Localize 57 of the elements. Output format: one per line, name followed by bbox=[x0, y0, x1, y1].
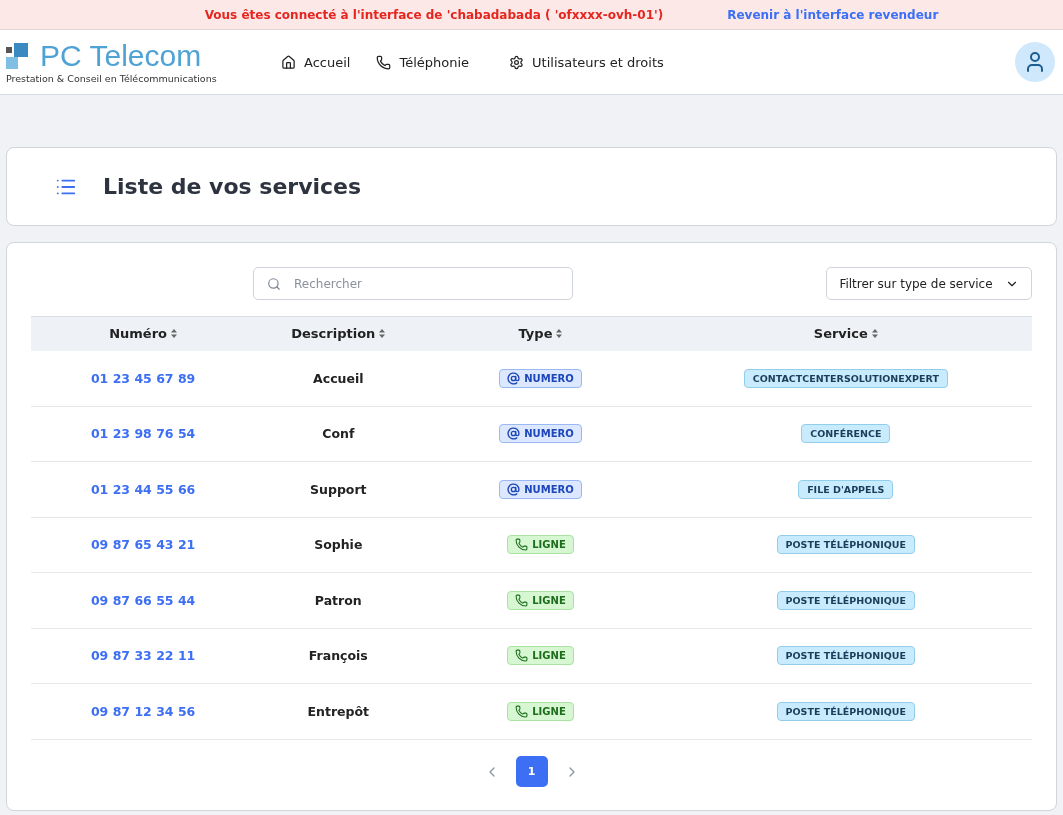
at-sign-icon bbox=[507, 371, 521, 385]
type-tag: LIGNE bbox=[507, 590, 574, 610]
phone-icon bbox=[515, 538, 529, 552]
phone-icon bbox=[515, 704, 529, 718]
sort-icon bbox=[171, 329, 178, 339]
description-text: Accueil bbox=[313, 370, 364, 386]
phone-number[interactable]: 01 23 45 67 89 bbox=[90, 370, 196, 386]
nav-link[interactable]: Utilisateurs et droits bbox=[532, 54, 664, 70]
phone-number[interactable]: 01 23 44 55 66 bbox=[90, 481, 196, 497]
user-avatar[interactable] bbox=[1015, 42, 1055, 82]
description-text: François bbox=[308, 648, 368, 664]
connection-notice: Vous êtes connecté à l'interface de 'chabadabada ( 'ofxxxx-ovh-01') bbox=[204, 7, 664, 22]
phone-icon bbox=[515, 649, 529, 663]
phone-number[interactable]: 09 87 65 43 21 bbox=[90, 537, 196, 553]
description-text: Conf bbox=[322, 426, 355, 442]
filter-dropdown[interactable]: Filtrer sur type de service bbox=[826, 267, 1032, 300]
service-tag: FILE D'APPELS bbox=[798, 479, 894, 499]
page-title: Liste de vos services bbox=[103, 174, 362, 199]
type-tag: LIGNE bbox=[507, 535, 574, 555]
service-tag: POSTE TÉLÉPHONIQUE bbox=[776, 646, 915, 666]
nav-link[interactable]: Téléphonie bbox=[399, 54, 470, 70]
at-sign-icon bbox=[507, 427, 521, 441]
description-text: Entrepôt bbox=[307, 703, 370, 719]
sort-icon bbox=[379, 329, 386, 339]
home-icon bbox=[281, 54, 296, 70]
phone-number[interactable]: 09 87 12 34 56 bbox=[90, 703, 196, 719]
type-tag: LIGNE bbox=[507, 701, 574, 721]
description-text: Sophie bbox=[314, 537, 363, 553]
type-tag: NUMERO bbox=[499, 424, 582, 444]
service-tag: POSTE TÉLÉPHONIQUE bbox=[776, 535, 915, 555]
service-tag: CONFÉRENCE bbox=[801, 424, 891, 444]
sort-icon bbox=[871, 329, 878, 339]
logo-name: PC Telecom bbox=[40, 40, 202, 71]
phone-number[interactable]: 01 23 98 76 54 bbox=[90, 426, 196, 442]
column-header[interactable]: Type bbox=[518, 326, 553, 342]
description-text: Support bbox=[310, 481, 367, 497]
logo-tagline: Prestation & Conseil en Télécommunications bbox=[6, 72, 218, 84]
service-tag: POSTE TÉLÉPHONIQUE bbox=[776, 590, 915, 610]
nav-link[interactable]: Accueil bbox=[304, 54, 351, 70]
at-sign-icon bbox=[507, 482, 521, 496]
phone-number[interactable]: 09 87 33 22 11 bbox=[90, 648, 196, 664]
phone-icon bbox=[376, 54, 392, 70]
column-header[interactable]: Service bbox=[813, 326, 868, 342]
description-text: Patron bbox=[314, 592, 362, 608]
page-button[interactable]: 1 bbox=[515, 756, 548, 787]
service-tag: CONTACTCENTERSOLUTIONEXPERT bbox=[743, 368, 948, 388]
phone-number[interactable]: 09 87 66 55 44 bbox=[90, 592, 196, 608]
reseller-link[interactable]: Revenir à l'interface revendeur bbox=[727, 7, 939, 22]
phone-icon bbox=[515, 593, 529, 607]
sort-icon bbox=[556, 329, 563, 339]
type-tag: LIGNE bbox=[507, 646, 574, 666]
type-tag: NUMERO bbox=[499, 479, 582, 499]
search-field[interactable]: Rechercher bbox=[253, 267, 573, 300]
service-tag: POSTE TÉLÉPHONIQUE bbox=[776, 701, 915, 721]
type-tag: NUMERO bbox=[499, 368, 582, 388]
column-header[interactable]: Numéro bbox=[109, 326, 168, 342]
gear-icon bbox=[509, 54, 525, 70]
